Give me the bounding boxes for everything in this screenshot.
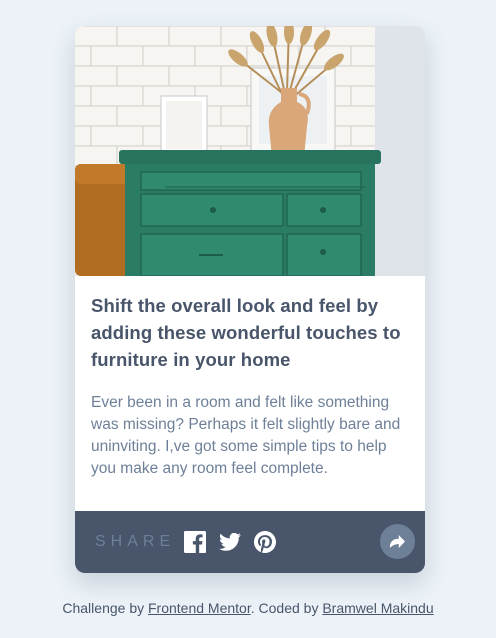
article-preview-card: Shift the overall look and feel by addin… (75, 26, 425, 573)
article-description: Ever been in a room and felt like someth… (91, 394, 401, 477)
author-link[interactable]: Bramwel Makindu (322, 600, 433, 616)
share-label: SHARE (95, 533, 176, 550)
article-title[interactable]: Shift the overall look and feel by addin… (91, 292, 411, 373)
share-arrow-icon (390, 535, 405, 548)
attribution: Challenge by Frontend Mentor. Coded by B… (0, 600, 496, 616)
facebook-icon[interactable] (184, 531, 206, 553)
attribution-middle: . Coded by (250, 600, 323, 616)
card-content: Shift the overall look and feel by addin… (75, 276, 425, 511)
share-bar: SHARE (75, 511, 425, 573)
attribution-prefix: Challenge by (62, 600, 148, 616)
twitter-icon[interactable] (219, 531, 241, 553)
share-button[interactable] (380, 524, 415, 559)
drawers-photo (75, 26, 425, 276)
frontend-mentor-link[interactable]: Frontend Mentor (148, 600, 251, 616)
pinterest-icon[interactable] (254, 531, 276, 553)
